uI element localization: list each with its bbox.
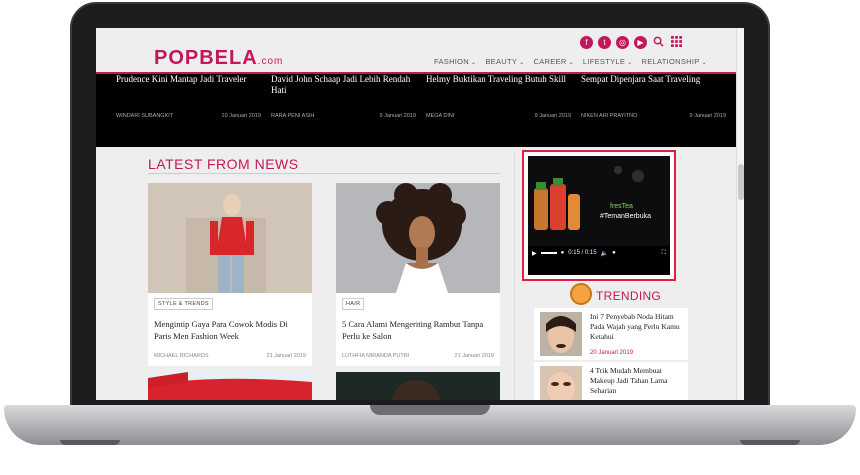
trending-image[interactable] [540,366,582,400]
headline-slider: Prudence Kini Mantap Jadi Traveler WINDA… [96,72,736,147]
site-header: POPBELA.com f t ◎ ▶ FASHION ⌄ BEAUTY ⌄ CAR… [96,28,736,72]
card-image[interactable] [336,183,500,293]
slide-title: Helmy Buktikan Traveling Butuh Skill [426,74,567,84]
progress-knob-icon[interactable]: ● [561,250,565,256]
card-author[interactable]: MICHAEL RICHARDS [154,353,209,359]
nav-career[interactable]: CAREER ⌄ [534,57,574,66]
video-time: 0:15 / 0:15 [568,250,597,256]
news-card[interactable]: STYLE & TRENDS Mengintip Gaya Para Cowok… [148,183,312,366]
header-icons: f t ◎ ▶ [580,36,683,49]
sidebar-divider [514,152,515,400]
main-nav: FASHION ⌄ BEAUTY ⌄ CAREER ⌄ LIFESTYLE ⌄ RELA… [434,57,707,66]
grid-menu-icon[interactable] [670,36,683,49]
trending-item[interactable]: Ini 7 Penyebab Noda Hitam Pada Wajah yan… [534,308,688,360]
instagram-icon[interactable]: ◎ [616,36,629,49]
card-title[interactable]: 5 Cara Alami Mengeriting Rambut Tanpa Pe… [342,318,494,342]
pizza-icon [570,283,592,305]
slide-item[interactable]: Helmy Buktikan Traveling Butuh Skill MEG… [426,74,571,149]
card-author[interactable]: LUTHFIA MIRANDA PUTRI [342,353,409,359]
slide-date: 9 Januari 2019 [689,113,726,119]
video-brand-text: fresTea [610,203,633,210]
card-date: 21 Januari 2019 [454,353,494,359]
chevron-down-icon: ⌄ [701,60,707,66]
card-title[interactable]: Mengintip Gaya Para Cowok Modis Di Paris… [154,318,306,342]
youtube-icon[interactable]: ▶ [634,36,647,49]
site-logo[interactable]: POPBELA.com [154,47,283,70]
nav-beauty[interactable]: BEAUTY ⌄ [485,57,524,66]
nav-relationship[interactable]: RELATIONSHIP ⌄ [642,57,707,66]
slide-item[interactable]: Prudence Kini Mantap Jadi Traveler WINDA… [116,74,261,149]
section-divider [148,173,500,174]
news-card[interactable]: HAIR 5 Cara Alami Mengeriting Rambut Tan… [336,183,500,366]
slide-author: MEGA DINI [426,113,455,119]
scrollbar-thumb[interactable] [738,164,744,200]
nav-fashion[interactable]: FASHION ⌄ [434,57,476,66]
nav-lifestyle[interactable]: LIFESTYLE ⌄ [583,57,633,66]
trending-title: TRENDING [596,289,662,303]
news-card-image-partial[interactable] [336,372,500,400]
slide-date: 9 Januari 2019 [534,113,571,119]
slide-date: 10 Januari 2019 [221,113,261,119]
laptop-foot-right [740,440,800,445]
slide-title: David John Schaap Jadi Lebih Rendah Hati [271,74,411,95]
video-progress-bar[interactable] [540,252,557,254]
volume-icon[interactable]: 🔈 [601,250,608,257]
screen: POPBELA.com f t ◎ ▶ FASHION ⌄ BEAUTY ⌄ CAR… [96,28,744,400]
trending-image[interactable] [540,312,582,356]
video-controls: ▶ ● 0:15 / 0:15 🔈 ● ⛶ [532,246,666,260]
facebook-icon[interactable]: f [580,36,593,49]
category-tag[interactable]: STYLE & TRENDS [154,298,213,310]
twitter-icon[interactable]: t [598,36,611,49]
volume-knob-icon[interactable]: ● [612,250,616,256]
play-icon[interactable]: ▶ [532,250,537,257]
trending-title-text[interactable]: Ini 7 Penyebab Noda Hitam Pada Wajah yan… [590,312,684,342]
trending-item[interactable]: 4 Trik Mudah Membuat Makeup Jadi Tahan L… [534,362,688,400]
slide-author: NIKEN ARI PRAYITNO [581,113,638,119]
section-title: LATEST FROM NEWS [148,156,299,172]
news-card-image-partial[interactable] [148,372,312,400]
chevron-down-icon: ⌄ [519,60,525,66]
laptop-notch [370,405,490,415]
slide-author: RARA PENI ASIH [271,113,315,119]
video-ad-player[interactable]: fresTea #TemanBerbuka ▶ ● 0:15 / 0:15 🔈 … [522,150,676,281]
laptop-foot-left [60,440,120,445]
slide-item[interactable]: David John Schaap Jadi Lebih Rendah Hati… [271,74,416,149]
category-tag[interactable]: HAIR [342,298,365,310]
fullscreen-icon[interactable]: ⛶ [662,250,666,257]
trending-date: 20 Januari 2019 [590,350,634,356]
chevron-down-icon: ⌄ [568,60,574,66]
slide-date: 9 Januari 2019 [379,113,416,119]
slide-title: Prudence Kini Mantap Jadi Traveler [116,74,247,84]
logo-suffix: .com [257,56,284,67]
slide-item[interactable]: Sempat Dipenjara Saat Traveling NIKEN AR… [581,74,726,149]
card-image[interactable] [148,183,312,293]
slide-title: Sempat Dipenjara Saat Traveling [581,74,701,84]
chevron-down-icon: ⌄ [471,60,477,66]
trending-title-text[interactable]: 4 Trik Mudah Membuat Makeup Jadi Tahan L… [590,366,684,396]
chevron-down-icon: ⌄ [627,60,633,66]
logo-text: POPBELA [154,47,258,69]
slide-author: WINDARI SUBANGKIT [116,113,174,119]
video-overlay-text: #TemanBerbuka [600,213,651,220]
video-frame[interactable]: fresTea #TemanBerbuka ▶ ● 0:15 / 0:15 🔈 … [528,156,670,275]
search-icon[interactable] [652,36,665,49]
page-scrollbar[interactable] [736,28,744,400]
card-date: 21 Januari 2019 [266,353,306,359]
